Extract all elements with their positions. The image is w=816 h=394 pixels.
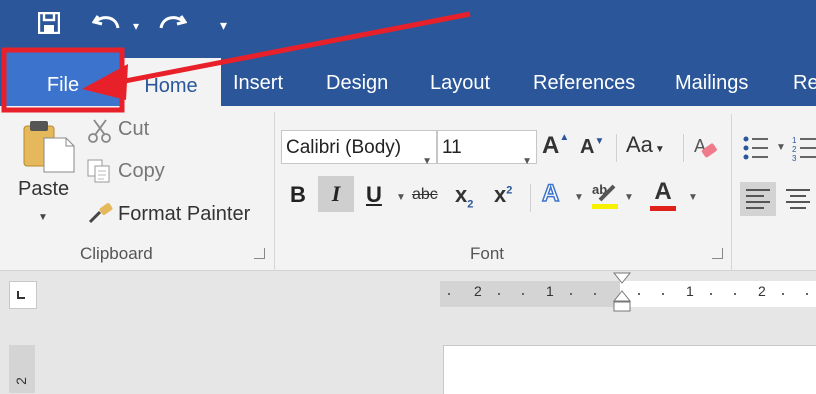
ruler-tick <box>782 293 784 295</box>
subscript-label: x <box>455 182 468 207</box>
chevron-down-icon[interactable]: ▼ <box>422 145 432 179</box>
font-group-label: Font <box>470 244 505 263</box>
ruler-tick <box>448 293 450 295</box>
document-area: 2 1 1 2 2 <box>0 271 816 394</box>
subscript-button[interactable]: x2 <box>455 182 473 210</box>
change-case-label: Aa <box>626 132 653 157</box>
ruler-label: 2 <box>12 377 29 385</box>
svg-text:3: 3 <box>792 154 797 162</box>
tab-mailings[interactable]: Mailings <box>675 50 748 106</box>
copy-button[interactable]: Copy <box>118 160 165 183</box>
strikethrough-button[interactable]: abc <box>412 186 438 204</box>
paste-icon[interactable] <box>20 118 76 174</box>
paste-dropdown-icon[interactable]: ▼ <box>38 212 48 223</box>
ruler-tick <box>806 293 808 295</box>
superscript-label: x <box>494 182 507 207</box>
cut-button[interactable]: Cut <box>118 118 149 141</box>
tab-review[interactable]: Re <box>793 50 816 106</box>
customize-qat-icon[interactable]: ▾ <box>220 18 227 32</box>
tab-references[interactable]: References <box>533 50 635 106</box>
ruler-tick <box>522 293 524 295</box>
align-center-icon[interactable] <box>782 182 816 216</box>
svg-text:1: 1 <box>792 136 797 145</box>
group-divider <box>731 114 732 274</box>
clear-formatting-icon[interactable]: A <box>692 134 718 162</box>
redo-icon[interactable] <box>157 12 187 36</box>
superscript-mark: 2 <box>506 184 513 197</box>
font-color-letter: A <box>654 178 672 205</box>
grow-font-icon[interactable]: A▲ <box>542 132 569 160</box>
superscript-button[interactable]: x2 <box>494 182 512 208</box>
format-painter-button[interactable]: Format Painter <box>118 203 250 226</box>
paste-button[interactable]: Paste <box>18 178 69 201</box>
ruler-label: 1 <box>546 283 554 299</box>
chevron-down-icon[interactable]: ▼ <box>522 145 532 179</box>
svg-text:2: 2 <box>792 145 797 154</box>
bold-button[interactable]: B <box>290 182 306 218</box>
ruler-label: 2 <box>758 283 766 299</box>
vertical-ruler[interactable]: 2 <box>9 345 35 393</box>
ruler-tick <box>710 293 712 295</box>
ribbon-tabs: File Home Insert Design Layout Reference… <box>0 50 816 108</box>
ruler-tick <box>570 293 572 295</box>
font-divider <box>616 134 617 162</box>
font-color-swatch <box>650 206 676 211</box>
ruler-tick <box>638 293 640 295</box>
copy-icon <box>87 159 110 183</box>
tab-selector-icon[interactable] <box>9 281 37 309</box>
underline-button[interactable]: U <box>366 182 382 218</box>
clipboard-group-label: Clipboard <box>80 244 153 263</box>
undo-dropdown-icon[interactable]: ▾ <box>133 20 139 32</box>
indent-marker-icon[interactable] <box>612 271 632 315</box>
numbering-icon[interactable]: 1 2 3 <box>792 134 816 162</box>
tab-insert[interactable]: Insert <box>233 50 283 106</box>
tab-layout[interactable]: Layout <box>430 50 490 106</box>
shrink-font-icon[interactable]: A▼ <box>580 136 604 159</box>
font-divider <box>530 184 531 212</box>
undo-icon[interactable] <box>92 12 122 36</box>
subscript-mark: 2 <box>467 198 474 211</box>
chevron-down-icon[interactable]: ▼ <box>624 192 634 203</box>
save-icon[interactable] <box>38 12 60 34</box>
ruler-label: 2 <box>474 283 482 299</box>
document-page[interactable] <box>443 345 816 394</box>
text-effects-icon[interactable]: A <box>541 179 560 208</box>
italic-button[interactable]: I <box>318 176 354 212</box>
font-size-value: 11 <box>442 137 462 158</box>
ruler-tick <box>662 293 664 295</box>
ruler-margin <box>440 281 620 307</box>
font-dialog-launcher-icon[interactable] <box>712 248 723 259</box>
font-name-combo[interactable]: Calibri (Body) ▼ <box>281 130 437 167</box>
group-divider <box>274 112 275 272</box>
highlight-icon[interactable]: ab <box>590 180 620 210</box>
tab-file[interactable]: File <box>6 52 120 108</box>
ruler-label: 1 <box>686 283 694 299</box>
chevron-down-icon[interactable]: ▼ <box>396 192 406 203</box>
chevron-down-icon[interactable]: ▼ <box>688 192 698 203</box>
scissors-icon <box>88 119 111 143</box>
font-size-combo[interactable]: 11 ▼ <box>437 130 537 167</box>
tab-design[interactable]: Design <box>326 50 388 106</box>
clipboard-dialog-launcher-icon[interactable] <box>254 248 265 259</box>
change-case-button[interactable]: Aa ▼ <box>626 132 665 158</box>
format-painter-icon <box>88 203 113 224</box>
font-color-icon[interactable]: A <box>648 178 678 212</box>
tab-home[interactable]: Home <box>121 58 221 106</box>
chevron-down-icon[interactable]: ▼ <box>574 192 584 203</box>
align-left-icon[interactable] <box>740 182 776 216</box>
quick-access-toolbar: ▾ ▾ <box>0 0 816 50</box>
ribbon: Paste ▼ Cut Copy Format Painter Clipboar… <box>0 106 816 274</box>
ruler-tick <box>594 293 596 295</box>
font-divider <box>683 134 684 162</box>
chevron-down-icon: ▼ <box>654 144 665 155</box>
ruler-tick <box>734 293 736 295</box>
bullets-icon[interactable] <box>742 134 772 162</box>
chevron-down-icon[interactable]: ▼ <box>776 142 786 153</box>
ruler-tick <box>498 293 500 295</box>
font-name-value: Calibri (Body) <box>286 137 402 158</box>
